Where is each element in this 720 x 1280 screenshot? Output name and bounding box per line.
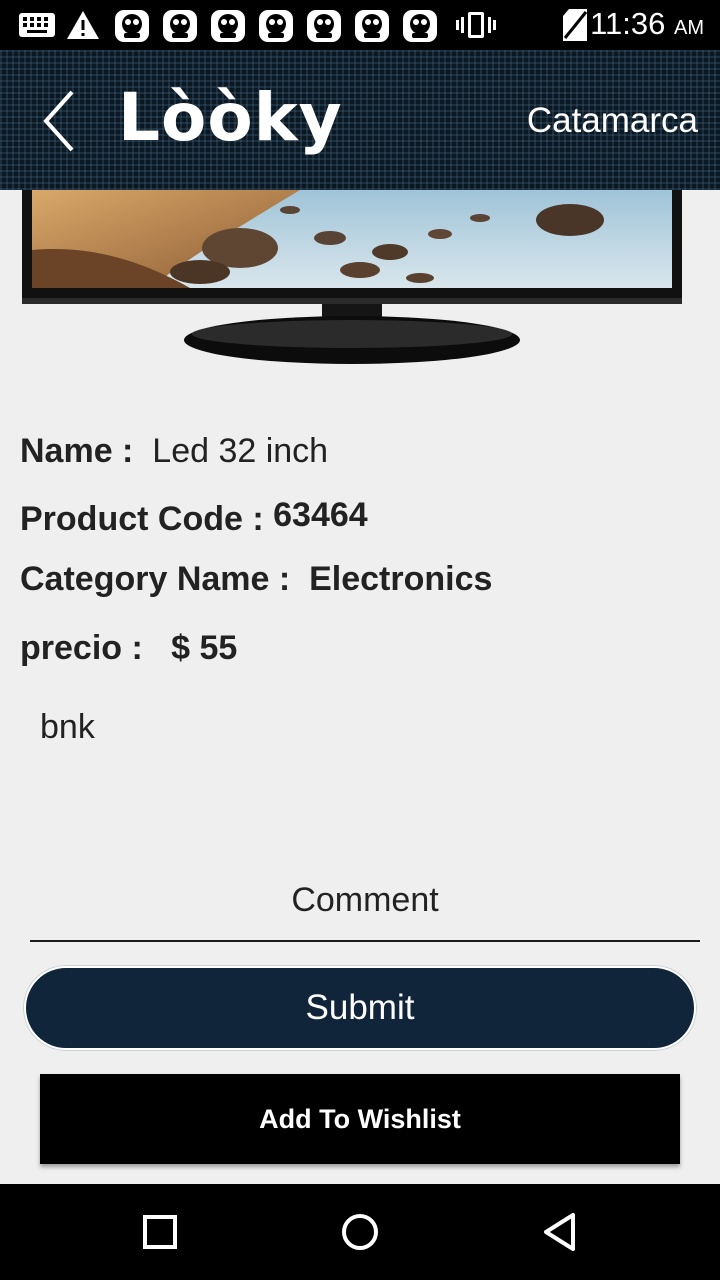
product-name-label: Name : xyxy=(20,432,134,470)
back-arrow-icon[interactable] xyxy=(36,86,86,156)
app-icon xyxy=(355,10,389,42)
app-icon xyxy=(211,10,245,42)
price-label: precio : xyxy=(20,629,143,667)
app-icon xyxy=(259,10,293,42)
add-to-wishlist-button[interactable]: Add To Wishlist xyxy=(40,1074,680,1164)
keyboard-icon xyxy=(19,13,55,37)
back-icon[interactable] xyxy=(540,1212,580,1252)
app-icon xyxy=(403,10,437,42)
product-image xyxy=(22,190,682,364)
home-icon[interactable] xyxy=(340,1212,380,1252)
product-code-label: Product Code : xyxy=(20,500,264,538)
category-value: Electronics xyxy=(309,560,493,598)
app-icon xyxy=(307,10,341,42)
price-value: $ 55 xyxy=(171,629,238,667)
comment-input[interactable] xyxy=(30,860,700,942)
category-row: Category Name : Electronics xyxy=(20,560,492,599)
recent-apps-icon[interactable] xyxy=(140,1212,180,1252)
product-name-value: Led 32 inch xyxy=(152,432,329,470)
no-sim-icon xyxy=(563,9,588,41)
product-code-row: Product Code : 63464 xyxy=(20,496,368,539)
vibrate-icon xyxy=(456,12,496,38)
app-header: Lòòky Catamarca xyxy=(0,50,720,190)
app-icon xyxy=(163,10,197,42)
location-label[interactable]: Catamarca xyxy=(527,100,698,142)
status-bar: 11:36 AM xyxy=(0,0,720,50)
clock: 11:36 AM xyxy=(590,6,704,41)
price-row: precio : $ 55 xyxy=(20,629,237,668)
app-logo: Lòòky xyxy=(118,79,343,156)
warning-icon xyxy=(67,11,99,39)
product-description: bnk xyxy=(40,708,95,746)
product-code-value: 63464 xyxy=(273,496,368,534)
category-label: Category Name : xyxy=(20,560,291,598)
system-nav-bar xyxy=(0,1184,720,1280)
submit-button[interactable]: Submit xyxy=(24,966,696,1050)
product-name-row: Name : Led 32 inch xyxy=(20,432,328,471)
app-icon xyxy=(115,10,149,42)
